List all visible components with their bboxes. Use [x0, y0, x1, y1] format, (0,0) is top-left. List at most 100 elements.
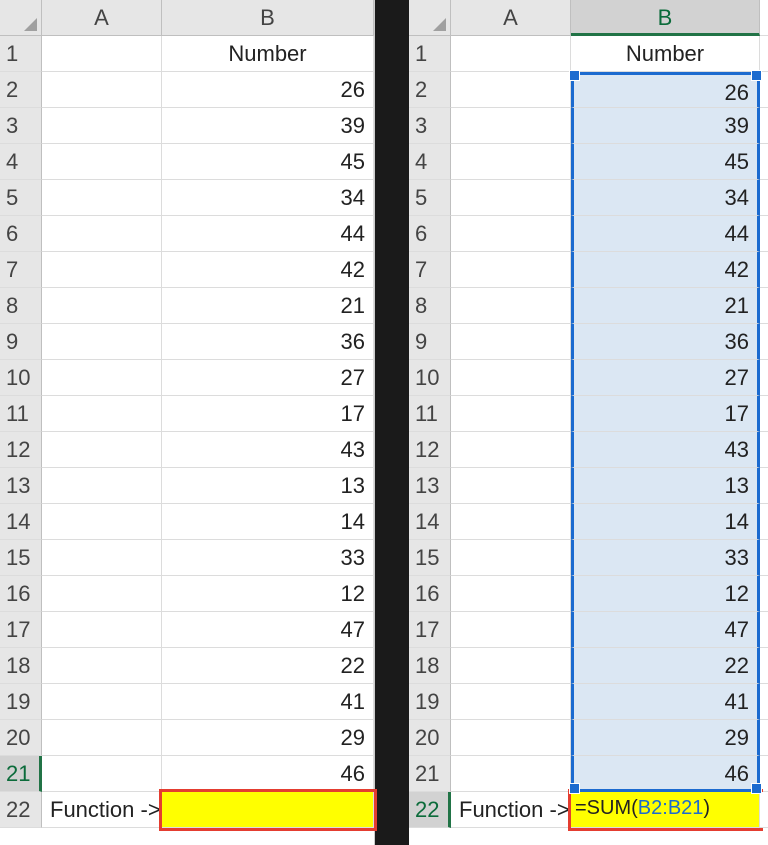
row-header[interactable]: 20 [409, 720, 451, 756]
cell-A[interactable] [42, 684, 162, 720]
cell-B[interactable]: 42 [162, 252, 374, 288]
cell-A[interactable] [451, 180, 571, 216]
row-header[interactable]: 12 [0, 432, 42, 468]
cell-B[interactable]: 41 [571, 684, 760, 720]
cell-A[interactable] [451, 576, 571, 612]
cell-B[interactable]: 22 [571, 648, 760, 684]
row-header[interactable]: 17 [0, 612, 42, 648]
cell-B[interactable]: 43 [162, 432, 374, 468]
cell-A[interactable] [42, 396, 162, 432]
cell-A[interactable] [42, 72, 162, 108]
cell-B[interactable]: 34 [162, 180, 374, 216]
cell-A[interactable] [42, 720, 162, 756]
cell-A[interactable] [451, 612, 571, 648]
cell-A[interactable] [42, 288, 162, 324]
cell-B[interactable]: 17 [162, 396, 374, 432]
cell-B[interactable]: 45 [162, 144, 374, 180]
row-header[interactable]: 21 [0, 756, 42, 792]
row-header[interactable]: 22 [409, 792, 451, 828]
row-header[interactable]: 1 [409, 36, 451, 72]
cell-A[interactable] [451, 648, 571, 684]
row-header[interactable]: 11 [0, 396, 42, 432]
cell-A[interactable] [451, 360, 571, 396]
cell-B[interactable]: 43 [571, 432, 760, 468]
cell-A[interactable] [42, 216, 162, 252]
cell-A22-function-label[interactable]: Function -> [42, 792, 162, 828]
cell-B[interactable]: 21 [162, 288, 374, 324]
cell-B[interactable]: 46 [571, 756, 760, 792]
row-header[interactable]: 21 [409, 756, 451, 792]
cell-A[interactable] [451, 540, 571, 576]
cell-B[interactable]: 13 [162, 468, 374, 504]
cell-B[interactable]: 39 [571, 108, 760, 144]
cell-B[interactable]: 36 [162, 324, 374, 360]
cell-A[interactable] [451, 108, 571, 144]
row-header[interactable]: 11 [409, 396, 451, 432]
cell-B[interactable]: 21 [571, 288, 760, 324]
row-header[interactable]: 6 [409, 216, 451, 252]
row-header[interactable]: 14 [0, 504, 42, 540]
row-header[interactable]: 2 [409, 72, 451, 108]
cell-A[interactable] [451, 396, 571, 432]
cell-A[interactable] [42, 108, 162, 144]
row-header[interactable]: 7 [0, 252, 42, 288]
cell-A[interactable] [451, 720, 571, 756]
row-header[interactable]: 6 [0, 216, 42, 252]
cell-B[interactable]: 22 [162, 648, 374, 684]
cell-B[interactable]: 27 [162, 360, 374, 396]
cell-A[interactable] [451, 468, 571, 504]
cell-B[interactable]: 46 [162, 756, 374, 792]
row-header[interactable]: 3 [0, 108, 42, 144]
cell-A1[interactable] [42, 36, 162, 72]
cell-B[interactable]: 34 [571, 180, 760, 216]
select-all-corner[interactable] [0, 0, 42, 36]
row-header[interactable]: 4 [0, 144, 42, 180]
row-header[interactable]: 8 [0, 288, 42, 324]
row-header[interactable]: 4 [409, 144, 451, 180]
cell-A[interactable] [451, 324, 571, 360]
row-header[interactable]: 19 [0, 684, 42, 720]
row-header[interactable]: 13 [409, 468, 451, 504]
cell-A[interactable] [451, 216, 571, 252]
row-header[interactable]: 5 [0, 180, 42, 216]
cell-B22-formula-target[interactable] [162, 792, 374, 828]
cell-B[interactable]: 12 [571, 576, 760, 612]
cell-A[interactable] [451, 684, 571, 720]
cell-B[interactable]: 47 [162, 612, 374, 648]
cell-A[interactable] [42, 252, 162, 288]
row-header[interactable]: 2 [0, 72, 42, 108]
row-header[interactable]: 3 [409, 108, 451, 144]
cell-B[interactable]: 27 [571, 360, 760, 396]
cell-A22-function-label[interactable]: Function -> [451, 792, 571, 828]
cell-A[interactable] [451, 432, 571, 468]
cell-B[interactable]: 26 [571, 72, 760, 108]
cell-B[interactable]: 26 [162, 72, 374, 108]
cell-A[interactable] [42, 144, 162, 180]
row-header[interactable]: 9 [409, 324, 451, 360]
row-header[interactable]: 18 [0, 648, 42, 684]
cell-B[interactable]: 33 [162, 540, 374, 576]
cell-A[interactable] [451, 504, 571, 540]
cell-B[interactable]: 13 [571, 468, 760, 504]
row-header[interactable]: 14 [409, 504, 451, 540]
col-header-B[interactable]: B [162, 0, 374, 36]
cell-A[interactable] [451, 72, 571, 108]
sheet-right[interactable]: A B 1 Number 226 339 445 534 644 742 821… [409, 0, 768, 828]
cell-B[interactable]: 39 [162, 108, 374, 144]
row-header[interactable]: 22 [0, 792, 42, 828]
cell-A[interactable] [42, 756, 162, 792]
cell-B1[interactable]: Number [162, 36, 374, 72]
row-header[interactable]: 13 [0, 468, 42, 504]
row-header[interactable]: 10 [409, 360, 451, 396]
row-header[interactable]: 9 [0, 324, 42, 360]
cell-A[interactable] [42, 360, 162, 396]
cell-A[interactable] [42, 540, 162, 576]
cell-A[interactable] [42, 648, 162, 684]
col-header-A[interactable]: A [451, 0, 571, 36]
row-header[interactable]: 19 [409, 684, 451, 720]
cell-B[interactable]: 29 [162, 720, 374, 756]
col-header-B[interactable]: B [571, 0, 760, 36]
col-header-A[interactable]: A [42, 0, 162, 36]
cell-B1[interactable]: Number [571, 36, 760, 72]
row-header[interactable]: 18 [409, 648, 451, 684]
